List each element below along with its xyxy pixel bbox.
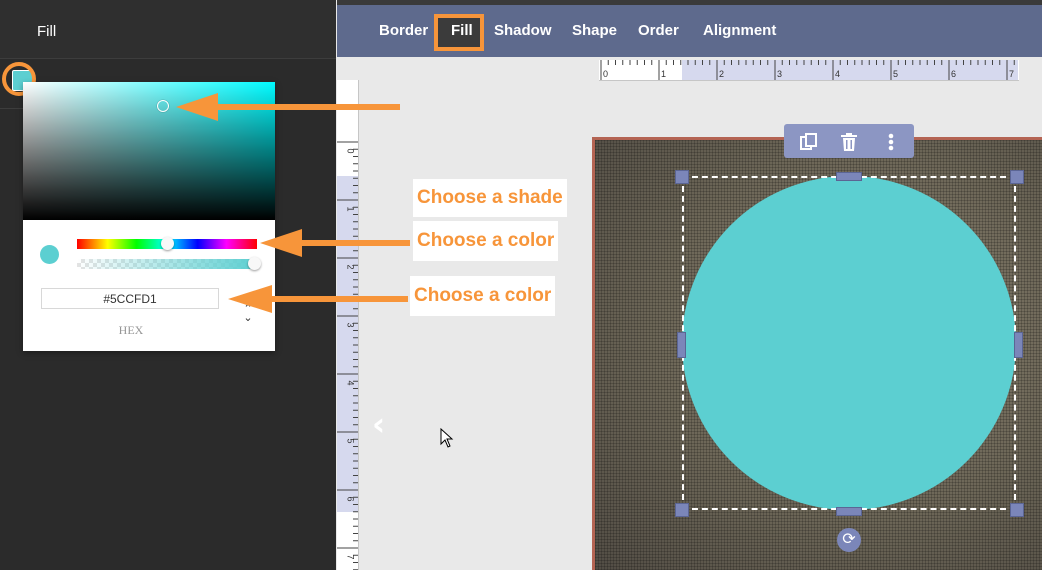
arrow-head bbox=[228, 285, 272, 313]
annotation-arrows bbox=[176, 93, 410, 313]
arrow-shaft bbox=[268, 296, 408, 302]
arrow-shaft bbox=[298, 240, 410, 246]
arrow-shaft bbox=[215, 104, 400, 110]
arrow-head bbox=[260, 229, 302, 257]
arrow-head bbox=[176, 93, 218, 121]
